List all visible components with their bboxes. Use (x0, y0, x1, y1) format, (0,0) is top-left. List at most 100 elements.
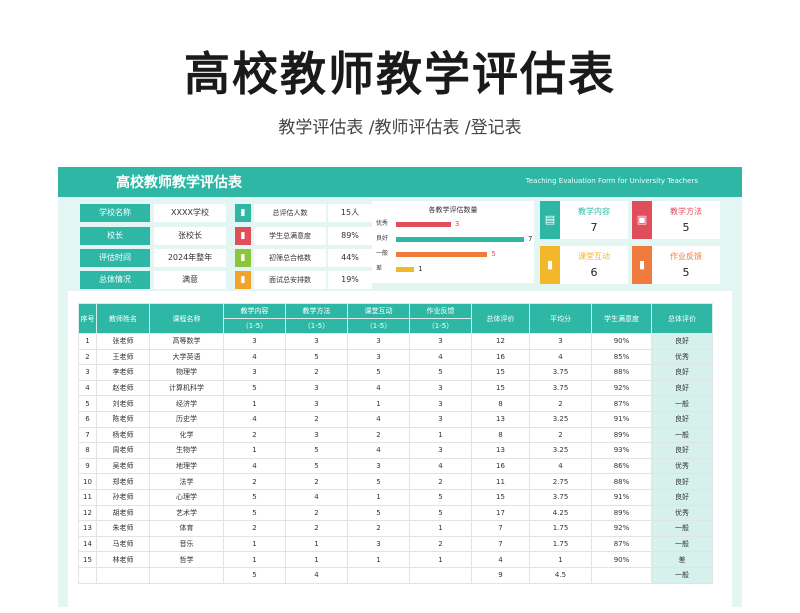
table-cell[interactable]: 2 (409, 535, 472, 553)
table-cell[interactable]: 85% (591, 348, 652, 366)
table-cell[interactable]: 4 (409, 348, 472, 366)
table-cell[interactable]: 良好 (651, 488, 713, 506)
table-cell[interactable]: 郑老师 (96, 473, 150, 490)
table-cell[interactable]: 3 (285, 379, 348, 397)
table-cell[interactable]: 3 (409, 379, 472, 397)
table-cell[interactable]: 7 (471, 535, 530, 553)
table-cell[interactable]: 心理学 (149, 488, 224, 506)
table-cell[interactable]: 一般 (651, 520, 713, 537)
table-cell[interactable]: 87% (591, 395, 652, 412)
table-cell[interactable]: 4 (223, 410, 286, 428)
table-cell[interactable]: 16 (471, 457, 530, 475)
table-cell[interactable]: 胡老师 (96, 504, 150, 522)
table-cell[interactable]: 2 (223, 426, 286, 444)
table-cell[interactable]: 2 (409, 473, 472, 490)
table-cell[interactable]: 3 (223, 333, 286, 350)
table-cell[interactable]: 音乐 (149, 535, 224, 553)
table-cell[interactable]: 3 (409, 410, 472, 428)
table-cell[interactable]: 张老师 (96, 333, 150, 350)
table-cell[interactable]: 4 (223, 457, 286, 475)
table-cell[interactable]: 7 (471, 520, 530, 537)
table-cell[interactable]: 2 (347, 426, 410, 444)
table-cell[interactable]: 13 (471, 442, 530, 459)
table-cell[interactable]: 艺术学 (149, 504, 224, 522)
table-cell[interactable] (409, 566, 472, 584)
table-cell[interactable]: 4 (78, 379, 97, 397)
table-cell[interactable]: 15 (471, 364, 530, 381)
table-cell[interactable]: 5 (223, 504, 286, 522)
table-cell[interactable]: 4 (223, 348, 286, 366)
table-cell[interactable]: 92% (591, 379, 652, 397)
table-cell[interactable]: 88% (591, 364, 652, 381)
table-cell[interactable]: 10 (78, 473, 97, 490)
table-cell[interactable]: 3 (78, 364, 97, 381)
table-cell[interactable]: 王老师 (96, 348, 150, 366)
table-cell[interactable]: 大学英语 (149, 348, 224, 366)
table-cell[interactable]: 2 (285, 364, 348, 381)
table-cell[interactable]: 9 (78, 457, 97, 475)
table-cell[interactable]: 计算机科学 (149, 379, 224, 397)
table-cell[interactable]: 91% (591, 488, 652, 506)
table-cell[interactable]: 2 (347, 520, 410, 537)
table-cell[interactable]: 5 (223, 379, 286, 397)
table-cell[interactable]: 13 (471, 410, 530, 428)
table-cell[interactable]: 4 (409, 457, 472, 475)
table-cell[interactable]: 86% (591, 457, 652, 475)
table-cell[interactable]: 2 (529, 395, 592, 412)
table-cell[interactable]: 一般 (651, 395, 713, 412)
table-cell[interactable]: 地理学 (149, 457, 224, 475)
table-cell[interactable]: 历史学 (149, 410, 224, 428)
table-cell[interactable]: 5 (347, 504, 410, 522)
table-cell[interactable]: 马老师 (96, 535, 150, 553)
table-cell[interactable]: 4 (529, 348, 592, 366)
table-cell[interactable]: 1 (409, 426, 472, 444)
table-cell[interactable]: 1 (223, 442, 286, 459)
table-cell[interactable]: 1 (409, 520, 472, 537)
table-cell[interactable]: 15 (471, 488, 530, 506)
table-cell[interactable]: 优秀 (651, 348, 713, 366)
table-cell[interactable]: 3.75 (529, 364, 592, 381)
table-cell[interactable]: 3.25 (529, 410, 592, 428)
table-cell[interactable]: 体育 (149, 520, 224, 537)
table-cell[interactable]: 2 (223, 520, 286, 537)
table-cell[interactable]: 3 (409, 395, 472, 412)
table-cell[interactable]: 法学 (149, 473, 224, 490)
table-cell[interactable]: 3 (285, 426, 348, 444)
table-cell[interactable]: 5 (409, 364, 472, 381)
table-cell[interactable]: 17 (471, 504, 530, 522)
table-cell[interactable]: 12 (78, 504, 97, 522)
table-cell[interactable]: 3 (285, 333, 348, 350)
table-cell[interactable]: 林老师 (96, 551, 150, 568)
table-cell[interactable]: 4.5 (529, 566, 592, 584)
table-cell[interactable]: 3.75 (529, 379, 592, 397)
table-cell[interactable] (591, 566, 652, 584)
table-cell[interactable]: 4 (285, 488, 348, 506)
table-cell[interactable]: 15 (471, 379, 530, 397)
table-cell[interactable]: 2 (285, 504, 348, 522)
table-cell[interactable]: 一般 (651, 426, 713, 444)
table-cell[interactable]: 周老师 (96, 442, 150, 459)
table-cell[interactable]: 1.75 (529, 535, 592, 553)
table-cell[interactable]: 13 (78, 520, 97, 537)
table-cell[interactable]: 1.75 (529, 520, 592, 537)
table-cell[interactable]: 1 (409, 551, 472, 568)
table-cell[interactable] (347, 566, 410, 584)
table-cell[interactable]: 李老师 (96, 364, 150, 381)
table-cell[interactable]: 1 (285, 535, 348, 553)
table-cell[interactable]: 高等数学 (149, 333, 224, 350)
table-cell[interactable]: 6 (78, 410, 97, 428)
table-cell[interactable]: 2 (529, 426, 592, 444)
table-cell[interactable]: 5 (78, 395, 97, 412)
table-cell[interactable]: 5 (347, 473, 410, 490)
table-cell[interactable]: 7 (78, 426, 97, 444)
table-cell[interactable]: 1 (347, 488, 410, 506)
table-cell[interactable]: 2 (223, 473, 286, 490)
table-cell[interactable]: 3 (223, 364, 286, 381)
table-cell[interactable]: 8 (471, 426, 530, 444)
table-cell[interactable]: 1 (223, 551, 286, 568)
info-value[interactable]: XXXX学校 (154, 204, 226, 222)
table-cell[interactable]: 良好 (651, 410, 713, 428)
table-cell[interactable]: 3.75 (529, 488, 592, 506)
table-cell[interactable]: 杨老师 (96, 426, 150, 444)
table-cell[interactable]: 3 (529, 333, 592, 350)
